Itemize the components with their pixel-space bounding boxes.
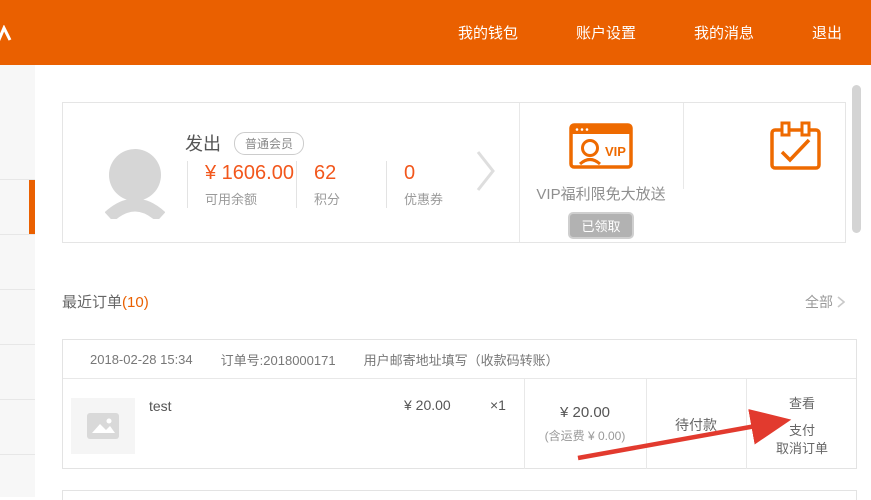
vertical-scrollbar-thumb[interactable] bbox=[852, 85, 861, 233]
product-name[interactable]: test bbox=[149, 398, 172, 414]
order-number: 订单号:2018000171 bbox=[221, 350, 336, 369]
product-thumbnail[interactable] bbox=[71, 398, 135, 454]
sidebar-active-indicator bbox=[29, 180, 35, 234]
top-navigation: 我的钱包 账户设置 我的消息 退出 bbox=[458, 0, 842, 65]
balance-label: 可用余额 bbox=[205, 189, 296, 208]
order-total-cell: ¥ 20.00 (含运费 ¥ 0.00) bbox=[524, 379, 646, 444]
profile-card: 发出 普通会员 ¥ 1606.00 可用余额 62 积分 0 优惠券 bbox=[62, 102, 846, 243]
view-order-link[interactable]: 查看 bbox=[746, 393, 858, 412]
order-status: 待付款 bbox=[646, 415, 746, 435]
cancel-order-link[interactable]: 取消订单 bbox=[746, 438, 858, 457]
user-identity: 发出 普通会员 bbox=[185, 130, 304, 156]
calendar-check-icon[interactable] bbox=[770, 121, 822, 176]
points-label: 积分 bbox=[314, 189, 386, 208]
account-stats: ¥ 1606.00 可用余额 62 积分 0 优惠券 bbox=[187, 161, 496, 208]
product-price: ¥ 20.00 bbox=[404, 397, 451, 413]
sidebar-item[interactable] bbox=[0, 290, 35, 345]
checkin-block bbox=[715, 103, 871, 242]
vip-browser-icon: VIP bbox=[569, 123, 633, 174]
stat-points[interactable]: 62 积分 bbox=[296, 161, 386, 208]
profile-expand-chevron-icon[interactable] bbox=[475, 149, 497, 198]
order-datetime: 2018-02-28 15:34 bbox=[90, 352, 193, 367]
next-order-card-clipped bbox=[62, 490, 857, 500]
recent-orders-title: 最近订单(10) bbox=[62, 291, 149, 312]
nav-my-messages[interactable]: 我的消息 bbox=[694, 22, 754, 43]
left-sidebar-clipped bbox=[0, 65, 35, 497]
shipping-note: (含运费 ¥ 0.00) bbox=[524, 427, 646, 444]
orders-count: (10) bbox=[122, 294, 149, 311]
top-header-bar: 我的钱包 账户设置 我的消息 退出 bbox=[0, 0, 871, 65]
image-placeholder-icon bbox=[87, 413, 119, 439]
product-quantity: ×1 bbox=[490, 397, 506, 413]
username: 发出 bbox=[185, 130, 221, 156]
sidebar-item[interactable] bbox=[0, 65, 35, 180]
order-card-body: test ¥ 20.00 ×1 ¥ 20.00 (含运费 ¥ 0.00) 待付款… bbox=[63, 379, 856, 469]
nav-my-wallet[interactable]: 我的钱包 bbox=[458, 22, 518, 43]
vip-promo: VIP VIP福利限免大放送 已领取 bbox=[519, 103, 683, 242]
order-card-header: 2018-02-28 15:34 订单号:2018000171 用户邮寄地址填写… bbox=[63, 340, 856, 379]
balance-value: ¥ 1606.00 bbox=[205, 161, 297, 186]
pay-order-link[interactable]: 支付 bbox=[746, 420, 858, 439]
order-status-cell: 待付款 bbox=[646, 379, 746, 435]
svg-text:VIP: VIP bbox=[605, 144, 626, 159]
order-card: 2018-02-28 15:34 订单号:2018000171 用户邮寄地址填写… bbox=[62, 339, 857, 469]
vip-claimed-button[interactable]: 已领取 bbox=[568, 212, 633, 239]
recent-orders-header: 最近订单(10) 全部 bbox=[62, 291, 858, 313]
avatar bbox=[105, 147, 165, 224]
vip-promo-title: VIP福利限免大放送 bbox=[519, 183, 683, 204]
sidebar-item[interactable] bbox=[0, 345, 35, 400]
view-all-orders-link[interactable]: 全部 bbox=[805, 292, 845, 312]
stat-balance[interactable]: ¥ 1606.00 可用余额 bbox=[187, 161, 296, 208]
sidebar-item[interactable] bbox=[0, 235, 35, 290]
site-logo-icon bbox=[0, 25, 12, 48]
sidebar-item[interactable] bbox=[0, 400, 35, 455]
chevron-right-icon bbox=[837, 296, 845, 308]
nav-logout[interactable]: 退出 bbox=[812, 22, 842, 43]
member-level-badge: 普通会员 bbox=[234, 132, 304, 155]
nav-account-settings[interactable]: 账户设置 bbox=[576, 22, 636, 43]
order-note: 用户邮寄地址填写（收款码转账） bbox=[364, 350, 559, 369]
order-total: ¥ 20.00 bbox=[524, 404, 646, 421]
card-divider bbox=[683, 103, 684, 189]
